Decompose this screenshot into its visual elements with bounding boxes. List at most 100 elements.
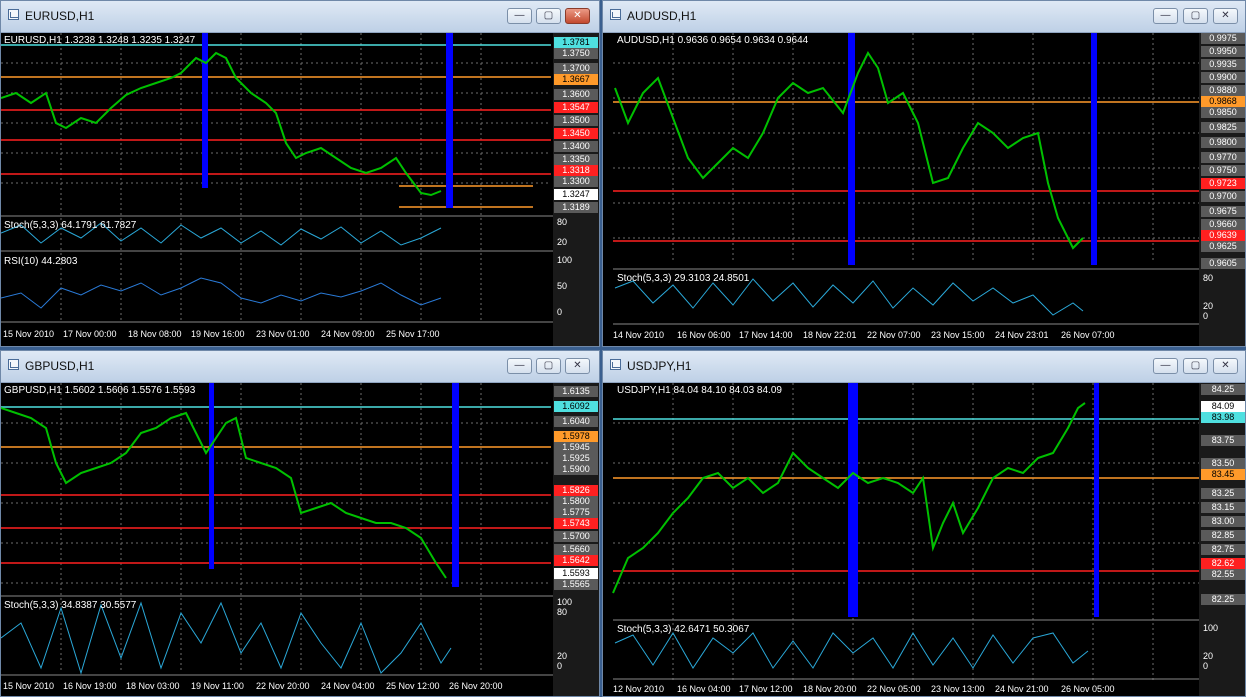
minimize-button[interactable]: — <box>1153 358 1178 374</box>
subwindow-label: Stoch(5,3,3) 64.1791 61.7827 <box>4 220 137 231</box>
symbol-header: USDJPY,H1 84.04 84.10 84.03 84.09 <box>617 385 782 396</box>
session-marker <box>848 383 858 617</box>
price-label: 0.9800 <box>1201 137 1245 148</box>
price-label: 0.9900 <box>1201 72 1245 83</box>
price-label: 1.6092 <box>554 401 598 412</box>
price-labels: 84.25 84.09 83.98 83.75 83.50 83.45 83.2… <box>1201 384 1245 605</box>
minimize-button[interactable]: — <box>507 358 532 374</box>
session-marker <box>202 33 208 188</box>
price-label: 0.9723 <box>1201 178 1245 189</box>
price-label: 83.45 <box>1201 469 1245 480</box>
chart-window-icon <box>610 9 621 20</box>
close-button[interactable]: ✕ <box>1213 8 1238 24</box>
close-button[interactable]: ✕ <box>1213 358 1238 374</box>
time-label: 24 Nov 21:00 <box>995 684 1049 694</box>
chart-window-icon <box>8 9 19 20</box>
price-label: 82.25 <box>1201 594 1245 605</box>
price-label: 83.98 <box>1201 412 1245 423</box>
time-label: 16 Nov 06:00 <box>677 330 731 340</box>
chart-window-usdjpy[interactable]: USDJPY,H1 — ▢ ✕ USDJPY,H1 84.04 84.10 84… <box>602 350 1246 697</box>
price-label: 83.00 <box>1201 516 1245 527</box>
time-label: 19 Nov 16:00 <box>191 329 245 339</box>
price-label: 1.5925 <box>554 453 598 464</box>
price-label: 1.5700 <box>554 531 598 542</box>
symbol-header: AUDUSD,H1 0.9636 0.9654 0.9634 0.9644 <box>617 35 809 46</box>
price-label: 1.3600 <box>554 89 598 100</box>
session-marker <box>446 33 453 208</box>
time-label: 24 Nov 09:00 <box>321 329 375 339</box>
subwindow-label: Stoch(5,3,3) 34.8387 30.5577 <box>4 600 137 611</box>
time-label: 17 Nov 00:00 <box>63 329 117 339</box>
chart-window-audusd[interactable]: AUDUSD,H1 — ▢ ✕ AUDUSD,H1 0.9636 0.9654 … <box>602 0 1246 347</box>
price-label: 84.09 <box>1201 401 1245 412</box>
session-marker <box>1091 33 1097 265</box>
chart-area[interactable]: AUDUSD,H1 0.9636 0.9654 0.9634 0.9644 St… <box>603 33 1245 346</box>
scale-label: 20 <box>557 651 568 661</box>
price-label: 0.9868 <box>1201 96 1245 107</box>
scale-label: 20 <box>1203 301 1214 311</box>
time-label: 26 Nov 07:00 <box>1061 330 1115 340</box>
subwindow-label: Stoch(5,3,3) 29.3103 24.8501 <box>617 273 750 284</box>
price-label: 0.9660 <box>1201 219 1245 230</box>
price-label: 1.3247 <box>554 189 598 200</box>
rsi-series <box>1 277 442 309</box>
price-label: 1.3750 <box>554 48 598 59</box>
price-label: 1.3300 <box>554 176 598 187</box>
price-label: 0.9700 <box>1201 191 1245 202</box>
price-label: 0.9880 <box>1201 85 1245 96</box>
price-label: 1.5593 <box>554 568 598 579</box>
price-label: 1.5743 <box>554 518 598 529</box>
title-bar[interactable]: EURUSD,H1 — ▢ ✕ <box>1 1 599 33</box>
price-label: 1.3547 <box>554 102 598 113</box>
title-bar[interactable]: AUDUSD,H1 — ▢ ✕ <box>603 1 1245 33</box>
price-label: 0.9950 <box>1201 46 1245 57</box>
price-labels: 1.6135 1.6092 1.6040 1.5978 1.5945 1.592… <box>554 386 598 590</box>
subwindow-label: RSI(10) 44.2803 <box>4 256 78 267</box>
maximize-button[interactable]: ▢ <box>1183 8 1208 24</box>
scale-label: 20 <box>557 237 568 247</box>
close-button[interactable]: ✕ <box>565 358 590 374</box>
chart-area[interactable]: USDJPY,H1 84.04 84.10 84.03 84.09 Stoch(… <box>603 383 1245 696</box>
price-label: 1.5775 <box>554 507 598 518</box>
window-title: EURUSD,H1 <box>25 9 95 23</box>
price-label: 1.3350 <box>554 154 598 165</box>
scale-label: 100 <box>557 597 573 607</box>
subwindow-scale: 80 20 0 <box>1203 273 1213 321</box>
price-label: 1.6040 <box>554 416 598 427</box>
maximize-button[interactable]: ▢ <box>1183 358 1208 374</box>
scale-label: 80 <box>557 217 568 227</box>
symbol-header: GBPUSD,H1 1.5602 1.5606 1.5576 1.5593 <box>4 385 196 396</box>
minimize-button[interactable]: — <box>1153 8 1178 24</box>
stoch-series <box>614 278 1084 316</box>
price-label: 1.5826 <box>554 485 598 496</box>
price-labels: 1.3781 1.3750 1.3700 1.3667 1.3600 1.354… <box>554 37 598 213</box>
session-marker <box>848 33 855 265</box>
time-label: 24 Nov 23:01 <box>995 330 1049 340</box>
price-label: 1.3700 <box>554 63 598 74</box>
price-label: 0.9825 <box>1201 122 1245 133</box>
time-label: 23 Nov 13:00 <box>931 684 985 694</box>
price-label: 1.5900 <box>554 464 598 475</box>
time-label: 12 Nov 2010 <box>613 684 665 694</box>
window-title: USDJPY,H1 <box>627 359 692 373</box>
chart-area[interactable]: GBPUSD,H1 1.5602 1.5606 1.5576 1.5593 St… <box>1 383 599 696</box>
chart-area[interactable]: EURUSD,H1 1.3238 1.3248 1.3235 1.3247 St… <box>1 33 599 346</box>
stoch-series <box>614 632 1089 669</box>
price-label: 1.5642 <box>554 555 598 566</box>
title-bar[interactable]: USDJPY,H1 — ▢ ✕ <box>603 351 1245 383</box>
scale-label: 100 <box>1203 623 1219 633</box>
time-label: 16 Nov 04:00 <box>677 684 731 694</box>
chart-window-eurusd[interactable]: EURUSD,H1 — ▢ ✕ EURUSD,H1 1.3238 1.3248 … <box>0 0 600 347</box>
chart-window-gbpusd[interactable]: GBPUSD,H1 — ▢ ✕ GBPUSD,H1 1.5602 1.5606 … <box>0 350 600 697</box>
price-label: 0.9770 <box>1201 152 1245 163</box>
maximize-button[interactable]: ▢ <box>536 8 561 24</box>
maximize-button[interactable]: ▢ <box>536 358 561 374</box>
time-label: 15 Nov 2010 <box>3 329 55 339</box>
price-label: 1.3500 <box>554 115 598 126</box>
scale-label: 20 <box>1203 651 1214 661</box>
price-label: 0.9639 <box>1201 230 1245 241</box>
price-label: 1.3450 <box>554 128 598 139</box>
title-bar[interactable]: GBPUSD,H1 — ▢ ✕ <box>1 351 599 383</box>
close-button[interactable]: ✕ <box>565 8 590 24</box>
minimize-button[interactable]: — <box>507 8 532 24</box>
